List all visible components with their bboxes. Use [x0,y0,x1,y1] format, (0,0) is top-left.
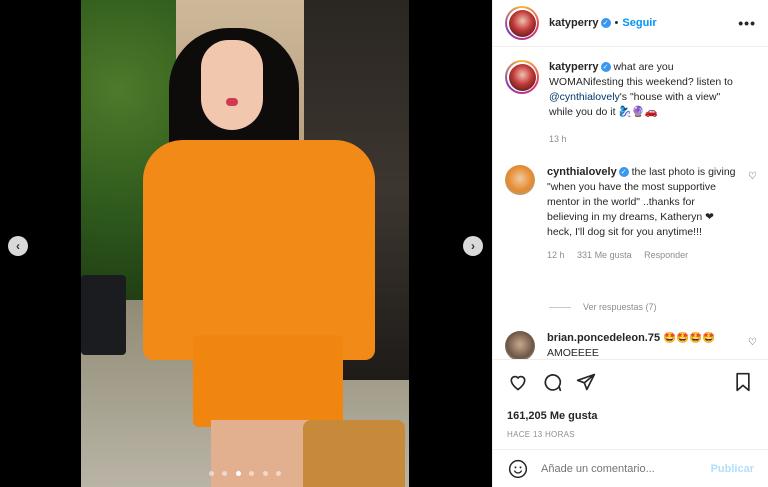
carousel-dot [276,471,282,476]
caption-mention-link[interactable]: @cynthialovely [549,91,620,103]
caption-username[interactable]: katyperry [549,61,599,73]
comment-item: cynthialovely ✓ the last photo is giving … [505,165,757,263]
add-comment-bar: Publicar [493,449,768,487]
comment-timestamp[interactable]: 12 h [547,250,565,260]
comment-username[interactable]: cynthialovely [547,166,617,178]
carousel-dots [81,463,409,481]
post-header: katyperry ✓ • Seguir ••• [493,0,768,47]
comment-input[interactable] [541,462,711,475]
comment-bubble-icon[interactable] [541,371,563,393]
post-side-panel: katyperry ✓ • Seguir ••• katyperry ✓ what… [492,0,768,487]
post-photo[interactable] [81,0,409,487]
photo-face [201,40,263,130]
commenter-avatar[interactable] [505,165,535,195]
comment-body: cynthialovely ✓ the last photo is giving … [547,165,737,263]
publish-button[interactable]: Publicar [711,463,754,475]
chevron-right-icon: › [471,239,475,253]
photo-lips [226,98,238,106]
like-comment-heart-icon[interactable]: ♡ [748,171,757,182]
comment-likes[interactable]: 331 Me gusta [577,250,632,260]
header-separator: • [614,17,619,29]
follow-button[interactable]: Seguir [622,17,656,29]
chevron-left-icon: ‹ [16,239,20,253]
carousel-dot [249,471,255,476]
post-actions: 161,205 Me gusta HACE 13 HORAS [493,359,768,449]
previous-slide-button[interactable]: ‹ [8,236,28,256]
comments-section[interactable]: katyperry ✓ what are you WOMANifesting th… [493,48,768,359]
caption: katyperry ✓ what are you WOMANifesting th… [505,60,757,147]
verified-badge-icon: ✓ [600,18,611,28]
save-bookmark-icon[interactable] [732,371,754,393]
next-slide-button[interactable]: › [463,236,483,256]
caption-avatar-image [508,63,536,91]
more-options-icon[interactable]: ••• [738,15,756,31]
share-paper-plane-icon[interactable] [575,371,597,393]
instagram-post-modal: ‹ › katyperry ✓ • Seguir ••• katyperry ✓… [0,0,768,487]
comment-item: brian.poncedeleon.75 🤩🤩🤩🤩 AMOEEEE ♡ [505,331,757,359]
author-username[interactable]: katyperry [549,17,599,29]
comment-username[interactable]: brian.poncedeleon.75 [547,332,660,344]
replies-line [549,306,571,308]
caption-author-avatar[interactable] [505,60,539,94]
author-avatar-image [508,9,536,37]
caption-timestamp[interactable]: 13 h [549,134,567,144]
post-timestamp[interactable]: HACE 13 HORAS [507,430,754,439]
carousel-dot [262,471,268,476]
comment-body: brian.poncedeleon.75 🤩🤩🤩🤩 AMOEEEE [547,331,737,359]
photo-car [81,275,126,355]
likes-count[interactable]: 161,205 Me gusta [507,410,754,422]
verified-badge-icon: ✓ [600,62,611,73]
photo-orange-jacket [143,140,375,360]
author-avatar[interactable] [505,6,539,40]
commenter-avatar[interactable] [505,331,535,359]
like-comment-heart-icon[interactable]: ♡ [748,337,757,348]
view-replies-label: Ver respuestas (7) [583,302,657,312]
action-icons-row [507,370,754,394]
carousel-dot-active [235,471,241,476]
carousel-dot [222,471,228,476]
photo-orange-skirt [193,335,343,427]
comment-meta: 12 h 331 Me gusta Responder [547,248,737,263]
view-replies-button[interactable]: Ver respuestas (7) [549,302,657,312]
caption-body: katyperry ✓ what are you WOMANifesting th… [549,60,739,147]
like-heart-icon[interactable] [507,371,529,393]
emoji-smiley-icon[interactable] [507,458,529,480]
carousel-dot [208,471,214,476]
caption-meta: 13 h [549,132,739,147]
verified-badge-icon: ✓ [618,167,629,178]
reply-button[interactable]: Responder [644,250,688,260]
post-media-area: ‹ › [0,0,492,487]
